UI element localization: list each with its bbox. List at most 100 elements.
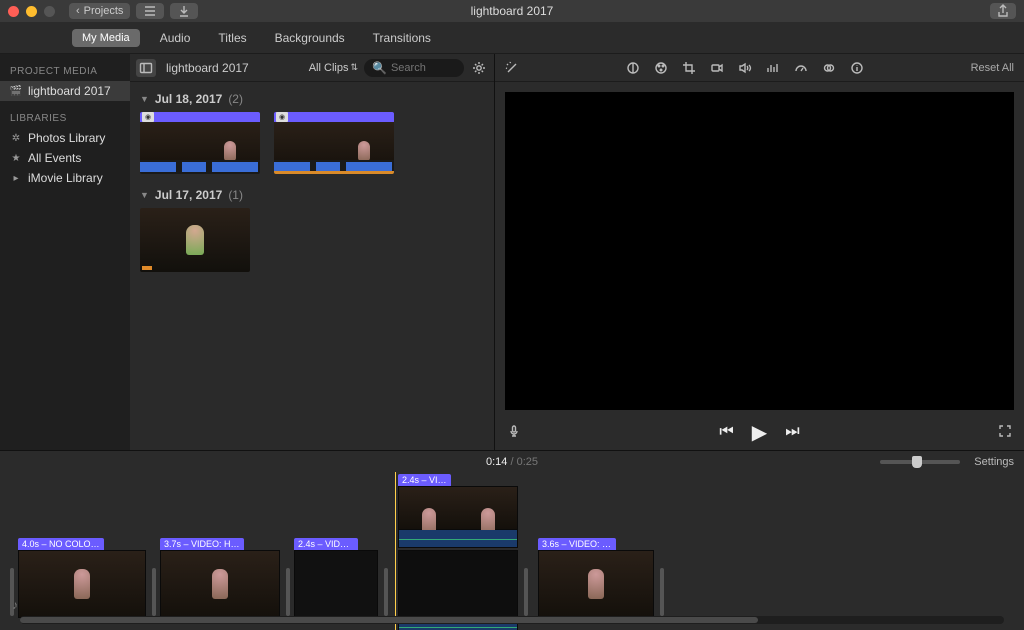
clip-label: 3.7s – VIDEO: H… [160,538,244,550]
noise-reduction-button[interactable] [766,61,782,75]
clip-trim-handle[interactable] [660,568,664,616]
clip-trim-handle[interactable] [384,568,388,616]
play-button[interactable]: ▶ [752,420,767,445]
speaker-icon [738,61,752,75]
search-icon: 🔍 [372,61,387,75]
info-button[interactable] [850,61,866,75]
stabilization-button[interactable] [710,61,726,75]
timeline-clip[interactable]: 3.7s – VIDEO: H… [160,550,280,618]
list-icon [143,4,157,18]
crop-icon [682,61,696,75]
sidebar-item-imovie-library[interactable]: ▸ iMovie Library [0,168,130,188]
toggle-sidebar-button[interactable] [136,59,156,77]
color-correction-button[interactable] [654,61,670,75]
volume-button[interactable] [738,61,754,75]
crop-button[interactable] [682,61,698,75]
speedometer-icon [794,61,808,75]
playhead[interactable] [395,472,396,630]
sidebar-item-label: Photos Library [28,131,105,145]
media-tabs-row: My Media Audio Titles Backgrounds Transi… [0,22,1024,54]
library-list-button[interactable] [136,3,164,19]
tab-backgrounds[interactable]: Backgrounds [275,31,345,45]
date-group-header[interactable]: ▼ Jul 18, 2017 (2) [140,92,484,106]
search-input[interactable] [391,62,451,74]
projects-label: Projects [84,5,124,17]
browser-settings-button[interactable] [470,59,488,77]
library-sidebar: PROJECT MEDIA 🎬 lightboard 2017 LIBRARIE… [0,54,130,450]
date-label: Jul 18, 2017 [155,92,222,106]
camera-icon [710,61,724,75]
clip-filter-button[interactable] [822,61,838,75]
sidebar-heading-project-media: PROJECT MEDIA [0,62,130,81]
clip-label: 2.4s – VI… [398,474,451,486]
browser-title: lightboard 2017 [166,61,249,75]
disclosure-triangle-icon: ▼ [140,94,149,104]
tab-my-media[interactable]: My Media [72,29,140,47]
enhance-button[interactable] [505,61,521,75]
timeline-clip[interactable]: 3.6s – VIDEO: l… [538,550,654,618]
prev-button[interactable]: ⏮ [719,423,733,441]
clip-trim-handle[interactable] [152,568,156,616]
media-tab-segment: My Media [72,29,140,47]
viewer-controls: ⏮ ▶ ⏭ [495,414,1024,450]
chevron-left-icon: ‹ [76,5,80,17]
media-clip[interactable]: ◉ [140,112,260,174]
sidebar-item-all-events[interactable]: ★ All Events [0,148,130,168]
tab-titles[interactable]: Titles [218,31,246,45]
browser-body: ▼ Jul 18, 2017 (2) ◉ ◉ ▼ Jul 17, [130,82,494,450]
timeline[interactable]: 2.4s – VI… 4.0s – NO COLO… 3.7s – VIDEO:… [0,472,1024,630]
timeline-clip[interactable]: 2.4s – VIDE… [294,550,378,618]
zoom-slider[interactable] [880,460,960,464]
speed-button[interactable] [794,61,810,75]
browser-toolbar: lightboard 2017 All Clips ⇅ 🔍 [130,54,494,82]
disclosure-triangle-icon: ▸ [10,172,22,184]
reset-all-button[interactable]: Reset All [971,62,1014,74]
clip-count: (2) [228,92,243,106]
date-group-header[interactable]: ▼ Jul 17, 2017 (1) [140,188,484,202]
tab-transitions[interactable]: Transitions [373,31,431,45]
sidebar-item-label: lightboard 2017 [28,84,111,98]
microphone-icon [507,424,521,438]
music-track-icon[interactable]: ♪ [12,598,18,612]
tab-audio[interactable]: Audio [160,31,191,45]
clip-filter-dropdown[interactable]: All Clips ⇅ [309,62,358,74]
close-window[interactable] [8,6,19,17]
fullscreen-button[interactable] [998,424,1012,441]
projects-back-button[interactable]: ‹ Projects [69,3,130,19]
voiceover-button[interactable] [507,424,521,441]
clip-label: 3.6s – VIDEO: l… [538,538,616,550]
titlebar: ‹ Projects lightboard 2017 [0,0,1024,22]
media-clip[interactable] [140,208,250,272]
timeline-settings-button[interactable]: Settings [974,456,1014,468]
share-button[interactable] [990,3,1016,19]
media-clip[interactable]: ◉ [274,112,394,174]
equalizer-icon [766,61,780,75]
timeline-scrollbar[interactable] [20,616,1004,624]
window-traffic-lights [8,6,55,17]
search-field[interactable]: 🔍 [364,59,464,77]
clip-trim-handle[interactable] [286,568,290,616]
next-button[interactable]: ⏭ [785,423,799,441]
timeline-toolbar: 0:14 / 0:25 Settings [0,450,1024,472]
color-balance-button[interactable] [626,61,642,75]
minimize-window[interactable] [26,6,37,17]
sidebar-item-photos-library[interactable]: ✲ Photos Library [0,128,130,148]
viewer-canvas[interactable] [505,92,1014,410]
disclosure-triangle-icon: ▼ [140,190,149,200]
maximize-window[interactable] [44,6,55,17]
viewer-toolbar: Reset All [495,54,1024,82]
timeline-clip[interactable]: 4.0s – NO COLO… [18,550,146,618]
camera-icon: ◉ [142,112,154,122]
import-button[interactable] [170,3,198,19]
gear-icon [472,61,486,75]
total-time: 0:25 [517,456,538,468]
date-label: Jul 17, 2017 [155,188,222,202]
star-icon: ★ [10,152,22,164]
overlap-circles-icon [822,61,836,75]
clip-trim-handle[interactable] [524,568,528,616]
timeline-clip-overlay[interactable]: 2.4s – VI… [398,486,518,548]
sidebar-item-label: All Events [28,151,81,165]
sidebar-item-project[interactable]: 🎬 lightboard 2017 [0,81,130,101]
clip-label: 2.4s – VIDE… [294,538,358,550]
media-browser: lightboard 2017 All Clips ⇅ 🔍 ▼ Jul 18, … [130,54,495,450]
